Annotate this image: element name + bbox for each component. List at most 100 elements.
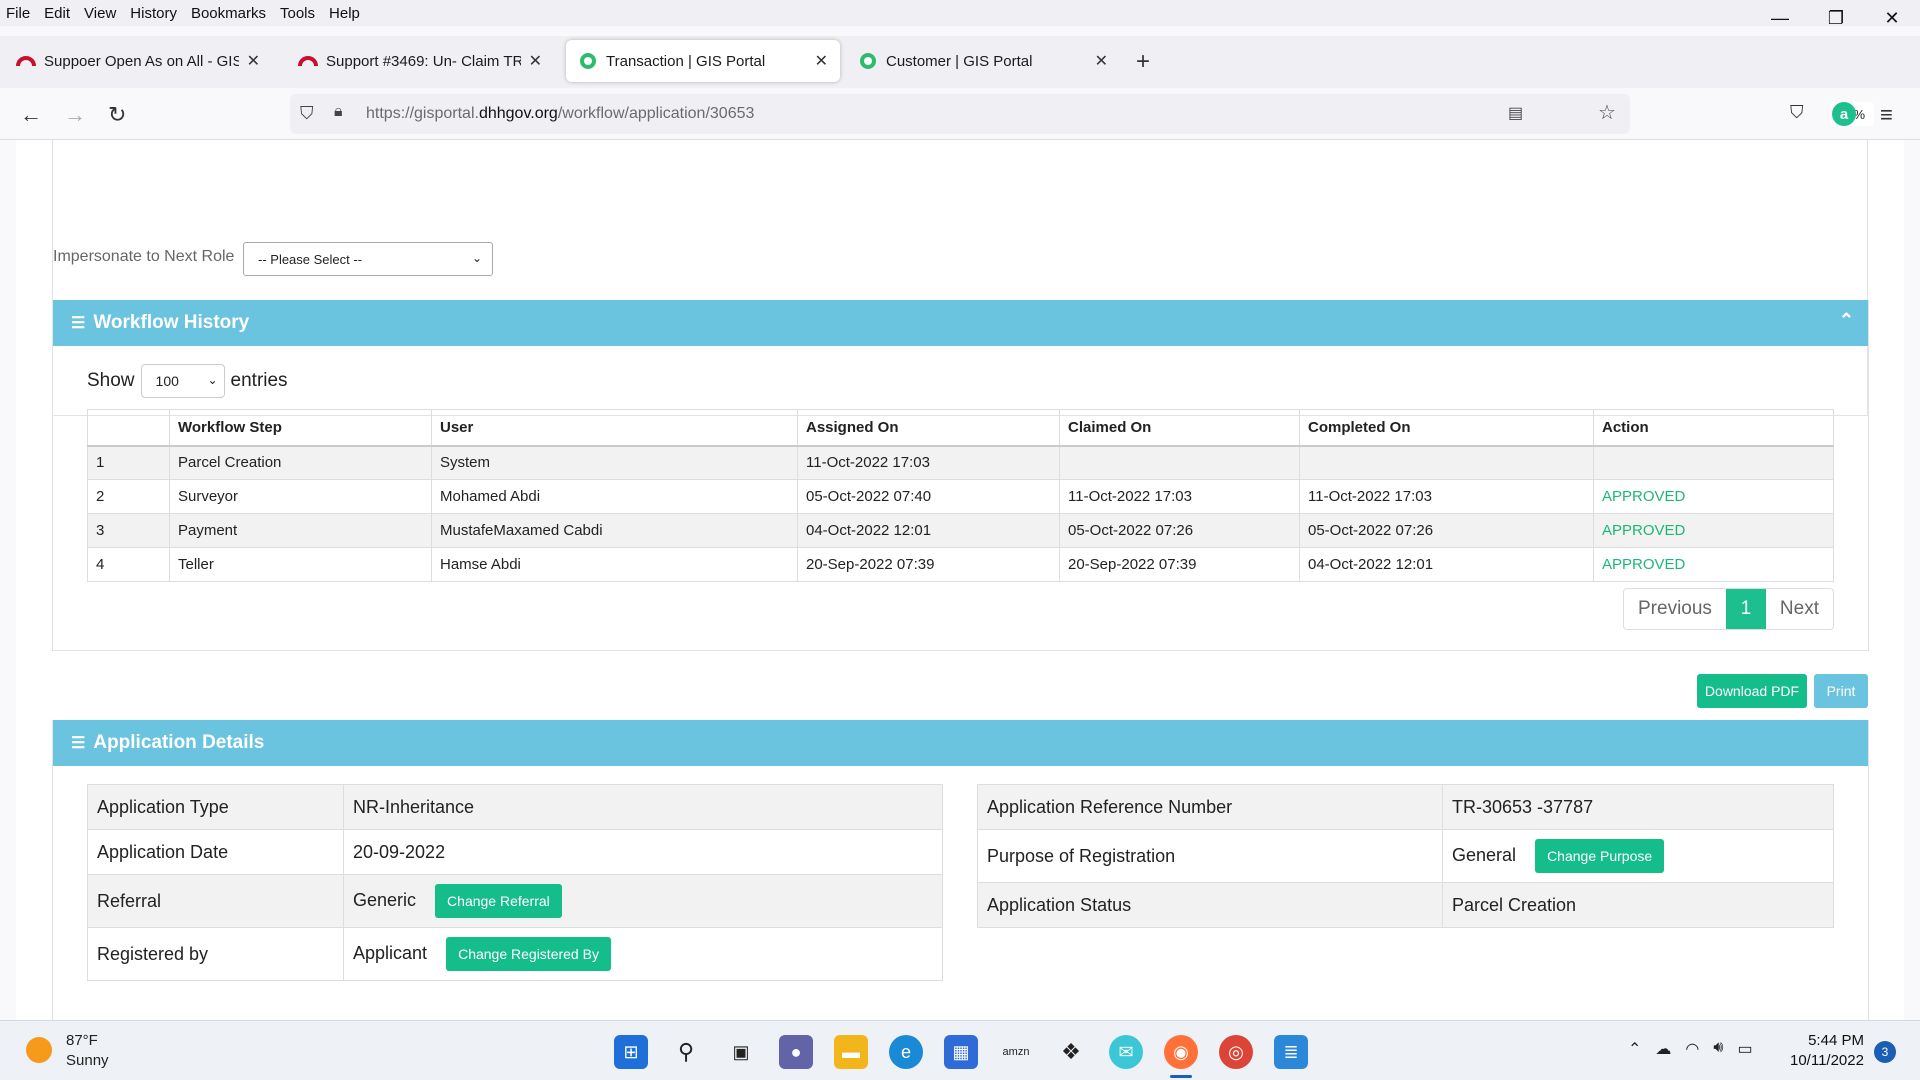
task-view-icon[interactable]: ▣: [724, 1035, 758, 1069]
restore-button[interactable]: ❐: [1808, 0, 1864, 36]
back-icon[interactable]: ←: [20, 102, 42, 128]
column-header[interactable]: Completed On: [1299, 409, 1594, 447]
next-page-button[interactable]: Next: [1766, 589, 1833, 629]
menu-bookmarks[interactable]: Bookmarks: [191, 5, 266, 22]
notification-badge[interactable]: 3: [1874, 1041, 1896, 1063]
url-text[interactable]: https://gisportal.dhhgov.org/workflow/ap…: [366, 105, 754, 123]
close-icon[interactable]: ✕: [1095, 51, 1108, 71]
application-details-header[interactable]: ☰ Application Details: [53, 720, 1868, 766]
change-registered-by-button[interactable]: Change Registered By: [446, 937, 611, 971]
reload-icon[interactable]: ↻: [108, 102, 126, 128]
search-icon[interactable]: ⚲: [669, 1035, 703, 1069]
table-row: Purpose of Registration General Change P…: [977, 829, 1834, 883]
column-header[interactable]: Assigned On: [797, 409, 1060, 447]
microsoft-store-icon[interactable]: ▦: [944, 1035, 978, 1069]
account-icon[interactable]: a: [1832, 102, 1856, 126]
table-cell: 05-Oct-2022 07:40: [797, 479, 1060, 514]
change-purpose-button[interactable]: Change Purpose: [1535, 839, 1665, 873]
time: 5:44 PM: [1808, 1032, 1864, 1049]
shield-icon[interactable]: ⛉: [300, 103, 314, 124]
battery-icon[interactable]: ▭: [1737, 1039, 1752, 1059]
tab-transaction[interactable]: Transaction | GIS Portal ✕: [566, 40, 840, 82]
list-icon: ☰: [71, 315, 86, 332]
close-icon[interactable]: ✕: [529, 51, 542, 71]
windows-start-icon[interactable]: ⊞: [614, 1035, 648, 1069]
download-pdf-button[interactable]: Download PDF: [1697, 674, 1807, 708]
tab-suppoer-open[interactable]: Suppoer Open As on All - GIS-H ✕: [4, 40, 272, 82]
tab-customer[interactable]: Customer | GIS Portal ✕: [846, 40, 1120, 82]
pocket-icon[interactable]: ⛉: [1790, 102, 1804, 123]
change-referral-button[interactable]: Change Referral: [435, 884, 562, 918]
edge-icon[interactable]: e: [889, 1035, 923, 1069]
amazon-icon[interactable]: amzn: [999, 1035, 1033, 1069]
workflow-history-header[interactable]: ☰ Workflow History ⌃: [53, 300, 1868, 346]
bookmark-star-icon[interactable]: ☆: [1598, 100, 1616, 125]
new-tab-button[interactable]: +: [1136, 48, 1150, 76]
column-header[interactable]: Action: [1593, 409, 1834, 447]
tab-label: Suppoer Open As on All - GIS-H: [44, 52, 239, 70]
tab-bar: Suppoer Open As on All - GIS-H ✕ Support…: [0, 36, 1920, 88]
window-controls: — ❐ ✕: [1752, 0, 1920, 36]
panel-title: Workflow History: [93, 312, 250, 333]
hamburger-menu-icon[interactable]: ≡: [1880, 102, 1893, 128]
column-header[interactable]: Workflow Step: [169, 409, 432, 447]
menu-file[interactable]: File: [6, 5, 30, 22]
detail-value: NR-Inheritance: [343, 784, 943, 830]
detail-value-cell: Applicant Change Registered By: [343, 927, 943, 981]
column-header[interactable]: Claimed On: [1059, 409, 1300, 447]
reader-view-icon[interactable]: ▤: [1508, 103, 1523, 123]
column-header[interactable]: [87, 409, 170, 447]
chrome-icon[interactable]: ◎: [1219, 1035, 1253, 1069]
tab-support-3469[interactable]: Support #3469: Un- Claim TRs - ✕: [286, 40, 554, 82]
clock[interactable]: 5:44 PM 10/11/2022: [1790, 1031, 1864, 1071]
menu-help[interactable]: Help: [329, 5, 360, 22]
table-cell: 4: [87, 547, 170, 582]
status-approved: APPROVED: [1593, 513, 1834, 548]
page-1-button[interactable]: 1: [1725, 589, 1766, 629]
forward-icon[interactable]: →: [64, 102, 86, 128]
column-header[interactable]: User: [431, 409, 798, 447]
table-cell: 2: [87, 479, 170, 514]
menu-edit[interactable]: Edit: [44, 5, 70, 22]
tab-label: Transaction | GIS Portal: [606, 52, 766, 70]
address-bar[interactable]: ⛉ 🔒︎ https://gisportal.dhhgov.org/workfl…: [290, 94, 1874, 134]
onedrive-icon[interactable]: ☁: [1655, 1039, 1671, 1059]
close-icon[interactable]: ✕: [247, 51, 260, 71]
entries-select[interactable]: 100 ⌄: [140, 364, 225, 398]
tab-label: Support #3469: Un- Claim TRs -: [326, 52, 521, 70]
detail-value: 20-09-2022: [343, 829, 943, 875]
volume-icon[interactable]: 🔊︎: [1713, 1039, 1723, 1059]
table-row: 1 Parcel Creation System 11-Oct-2022 17:…: [87, 445, 1834, 480]
lock-icon[interactable]: 🔒︎: [334, 103, 343, 121]
file-explorer-icon[interactable]: ▬: [834, 1035, 868, 1069]
close-window-button[interactable]: ✕: [1864, 0, 1920, 36]
notepad-icon[interactable]: ≣: [1274, 1035, 1308, 1069]
impersonate-role-select[interactable]: -- Please Select -- ⌄: [243, 242, 493, 276]
close-icon[interactable]: ✕: [815, 51, 828, 71]
minimize-button[interactable]: —: [1752, 0, 1808, 36]
menu-view[interactable]: View: [84, 5, 116, 22]
tab-label: Customer | GIS Portal: [886, 52, 1033, 70]
table-cell: 11-Oct-2022 17:03: [797, 445, 1060, 480]
application-details-right-table: Application Reference Number TR-30653 -3…: [977, 784, 1834, 928]
previous-page-button[interactable]: Previous: [1624, 589, 1726, 629]
print-button[interactable]: Print: [1814, 674, 1868, 708]
mail-icon[interactable]: ✉: [1109, 1035, 1143, 1069]
teams-chat-icon[interactable]: ●: [779, 1035, 813, 1069]
dropbox-icon[interactable]: ❖: [1054, 1035, 1088, 1069]
table-row: Application Status Parcel Creation: [977, 882, 1834, 928]
weather-condition: Sunny: [66, 1052, 109, 1069]
navigation-bar: ← → ↻ ⛉ 🔒︎ https://gisportal.dhhgov.org/…: [0, 88, 1920, 140]
firefox-icon[interactable]: ◉: [1164, 1035, 1198, 1069]
collapse-icon[interactable]: ⌃: [1839, 310, 1854, 331]
table-header-row: Workflow Step User Assigned On Claimed O…: [87, 409, 1834, 447]
wifi-icon[interactable]: ◠: [1685, 1039, 1699, 1059]
menu-tools[interactable]: Tools: [280, 5, 315, 22]
table-row: Registered by Applicant Change Registere…: [87, 927, 943, 981]
menu-history[interactable]: History: [130, 5, 177, 22]
active-app-indicator: [1170, 1075, 1192, 1078]
entries-value: 100: [155, 373, 179, 389]
table-cell: 11-Oct-2022 17:03: [1059, 479, 1300, 514]
chevron-up-icon[interactable]: ⌃: [1628, 1039, 1641, 1059]
weather-widget[interactable]: 87°F Sunny: [26, 1031, 109, 1071]
